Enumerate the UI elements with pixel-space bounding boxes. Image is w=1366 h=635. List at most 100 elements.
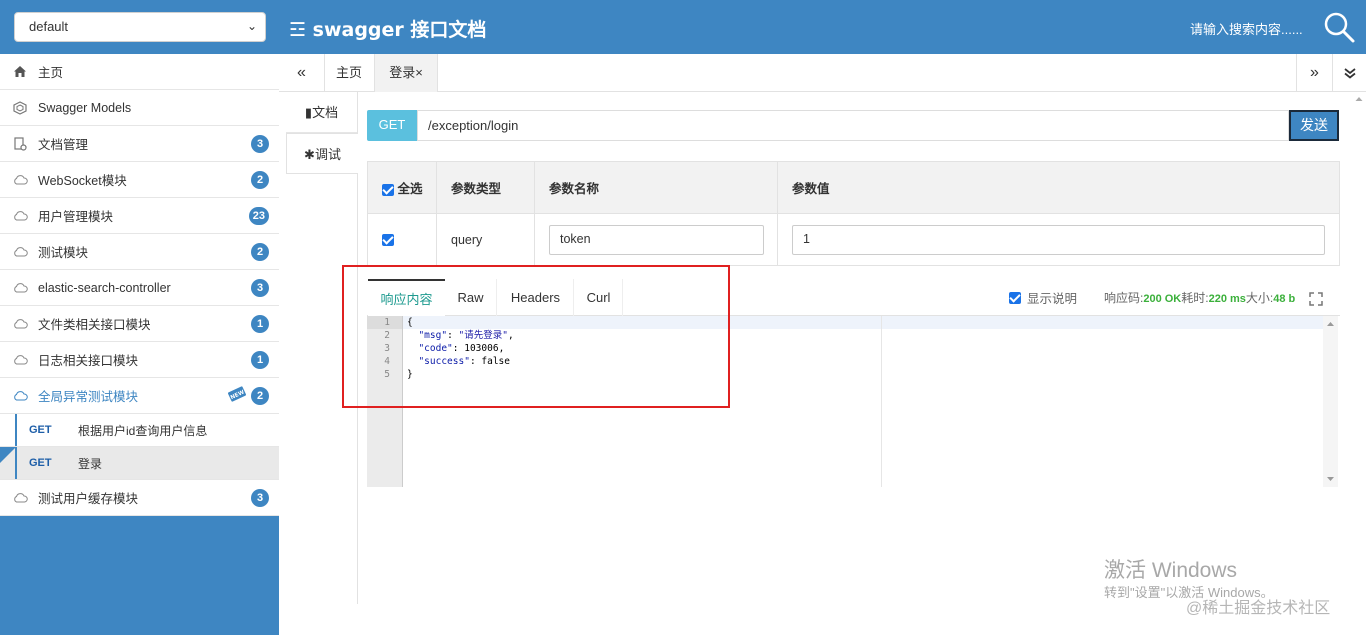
group-select-value: default bbox=[29, 19, 69, 34]
sub-list-bar bbox=[15, 447, 17, 479]
tabs-bar: « 主页 登录× » bbox=[279, 54, 1366, 92]
doc-manage-icon bbox=[12, 136, 28, 151]
tabs-prev-button[interactable]: « bbox=[279, 54, 325, 92]
close-icon[interactable]: × bbox=[415, 65, 423, 80]
method-label: GET bbox=[29, 424, 52, 436]
line-number: 3 bbox=[384, 343, 390, 354]
param-value-cell: 1 bbox=[777, 213, 1340, 266]
param-name-input[interactable]: token bbox=[549, 224, 764, 255]
sidebar-item-label: elastic-search-controller bbox=[38, 280, 171, 295]
method-label: GET bbox=[29, 457, 52, 469]
show-desc-checkbox[interactable] bbox=[1009, 291, 1021, 304]
sidebar-item-swagger-models[interactable]: Swagger Models bbox=[0, 90, 279, 126]
top-bar: default ⌄ ☲ swagger 接口文档 请输入搜索内容...... bbox=[0, 0, 1366, 54]
tab-response-content[interactable]: 响应内容 bbox=[368, 279, 445, 316]
count-badge: 2 bbox=[251, 243, 269, 261]
chevron-down-icon: ⌄ bbox=[246, 19, 257, 33]
group-select[interactable]: default ⌄ bbox=[14, 12, 266, 42]
search-input[interactable]: 请输入搜索内容...... bbox=[1190, 19, 1303, 38]
tab-login[interactable]: 登录× bbox=[374, 54, 438, 92]
url-input[interactable]: /exception/login bbox=[417, 110, 1289, 141]
param-value-input[interactable]: 1 bbox=[792, 224, 1325, 255]
response-code: { "msg": "请先登录", "code": 103006, "succes… bbox=[407, 317, 514, 380]
fullscreen-icon[interactable] bbox=[1308, 292, 1323, 306]
sidebar-item-label: 文档管理 bbox=[38, 138, 89, 152]
send-button[interactable]: 发送 bbox=[1289, 110, 1339, 141]
sidebar-item-user-manage[interactable]: 用户管理模块 23 bbox=[0, 198, 279, 234]
row-check-cell bbox=[367, 213, 437, 266]
param-name-header: 参数名称 bbox=[534, 161, 778, 214]
sidebar-item-log[interactable]: 日志相关接口模块 1 bbox=[0, 342, 279, 378]
line-number: 2 bbox=[384, 330, 390, 341]
cloud-icon bbox=[12, 173, 28, 187]
tab-home[interactable]: 主页 bbox=[325, 54, 373, 92]
tab-doc[interactable]: ▮文档 bbox=[286, 92, 357, 133]
print-margin bbox=[881, 316, 882, 487]
response-meta: 响应码:200 OK耗时:220 ms大小:48 b bbox=[1104, 289, 1323, 306]
sidebar-subitem-login[interactable]: GET 登录 bbox=[0, 447, 279, 480]
line-number: 1 bbox=[367, 316, 402, 329]
sidebar-item-elastic-search[interactable]: elastic-search-controller 3 bbox=[0, 270, 279, 306]
cloud-icon bbox=[12, 245, 28, 259]
tab-curl[interactable]: Curl bbox=[575, 279, 623, 316]
sidebar-item-test[interactable]: 测试模块 2 bbox=[0, 234, 279, 270]
new-corner-icon bbox=[0, 447, 16, 463]
code-token: false bbox=[481, 356, 510, 367]
param-value-header: 参数值 bbox=[777, 161, 1340, 214]
search-icon[interactable] bbox=[1322, 10, 1356, 44]
cloud-icon bbox=[12, 491, 28, 505]
sidebar-item-global-exception[interactable]: 全局异常测试模块 NEW 2 bbox=[0, 378, 279, 414]
page-scrollbar[interactable] bbox=[1352, 92, 1366, 635]
response-editor[interactable]: 1 2 3 4 5 { "msg": "请先登录", "code": 10300… bbox=[367, 316, 1338, 487]
cloud-icon bbox=[12, 389, 28, 403]
show-desc-toggle[interactable]: 显示说明 bbox=[1009, 288, 1077, 307]
models-icon bbox=[12, 100, 28, 115]
show-desc-label: 显示说明 bbox=[1027, 292, 1078, 306]
tab-debug[interactable]: ✱调试 bbox=[286, 133, 358, 174]
code-token: 103006 bbox=[464, 343, 499, 354]
sidebar-item-label: 日志相关接口模块 bbox=[38, 354, 139, 368]
param-type-header: 参数类型 bbox=[436, 161, 535, 214]
sidebar-item-file[interactable]: 文件类相关接口模块 1 bbox=[0, 306, 279, 342]
code-token: "请先登录" bbox=[458, 330, 508, 341]
tabs-next-button[interactable]: » bbox=[1296, 54, 1332, 92]
line-number: 5 bbox=[384, 369, 390, 380]
tab-login-label: 登录 bbox=[389, 65, 416, 80]
select-all-header[interactable]: 全选 bbox=[367, 161, 437, 214]
tab-headers[interactable]: Headers bbox=[498, 279, 574, 316]
count-badge: 23 bbox=[248, 207, 269, 225]
count-badge: 3 bbox=[251, 489, 269, 507]
sidebar-subitem-label: 登录 bbox=[78, 456, 103, 471]
params-header-row: 全选 参数类型 参数名称 参数值 bbox=[367, 161, 1340, 214]
editor-scrollbar[interactable] bbox=[1323, 316, 1338, 487]
sidebar-item-label: 文件类相关接口模块 bbox=[38, 318, 151, 332]
line-number: 4 bbox=[384, 356, 390, 367]
code-token: "success" bbox=[418, 356, 470, 367]
sidebar-item-websocket[interactable]: WebSocket模块 2 bbox=[0, 162, 279, 198]
tab-doc-label: 文档 bbox=[312, 105, 339, 120]
sidebar-item-home[interactable]: 主页 bbox=[0, 54, 279, 90]
doc-debug-tabs: ▮文档 ✱调试 bbox=[286, 92, 358, 604]
cloud-icon bbox=[12, 209, 28, 223]
sidebar-item-label: 测试模块 bbox=[38, 246, 89, 260]
cloud-icon bbox=[12, 353, 28, 367]
sidebar-item-doc-manage[interactable]: 文档管理 3 bbox=[0, 126, 279, 162]
tabs-more-button[interactable] bbox=[1332, 54, 1366, 92]
double-chevron-down-icon bbox=[1343, 68, 1356, 79]
sidebar-item-label: Swagger Models bbox=[38, 100, 132, 115]
sidebar-subitem-get-user[interactable]: GET 根据用户id查询用户信息 bbox=[0, 414, 279, 447]
sidebar-subitem-label: 根据用户id查询用户信息 bbox=[78, 423, 208, 438]
cloud-icon bbox=[12, 317, 28, 331]
editor-gutter: 1 2 3 4 5 bbox=[367, 316, 403, 487]
row-checkbox[interactable] bbox=[382, 234, 394, 247]
tab-raw[interactable]: Raw bbox=[445, 279, 497, 316]
table-row: query token 1 bbox=[367, 213, 1340, 266]
select-all-checkbox[interactable] bbox=[382, 183, 394, 196]
sidebar-item-label: WebSocket模块 bbox=[38, 174, 127, 188]
param-name-cell: token bbox=[534, 213, 778, 266]
scrollbar-arrows bbox=[1327, 322, 1334, 481]
select-all-label: 全选 bbox=[397, 182, 423, 196]
sidebar: 主页 Swagger Models 文档管理 3 WebSocket模块 2 用… bbox=[0, 54, 279, 635]
count-badge: 1 bbox=[251, 351, 269, 369]
sidebar-item-user-cache[interactable]: 测试用户缓存模块 3 bbox=[0, 480, 279, 516]
